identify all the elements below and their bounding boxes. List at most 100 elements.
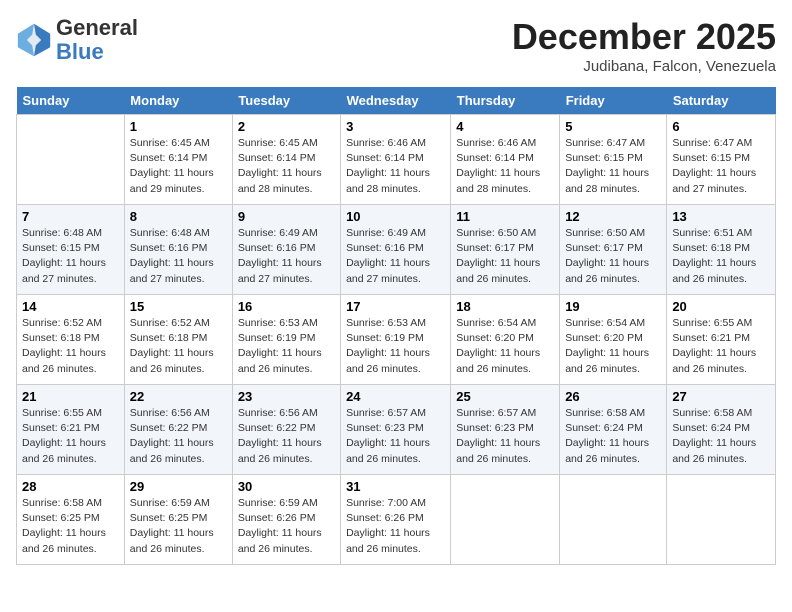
day-number: 2 (238, 119, 335, 134)
day-number: 26 (565, 389, 661, 404)
calendar-cell: 17 Sunrise: 6:53 AM Sunset: 6:19 PM Dayli… (341, 295, 451, 385)
calendar-cell: 21 Sunrise: 6:55 AM Sunset: 6:21 PM Dayli… (17, 385, 125, 475)
calendar-week-row: 1 Sunrise: 6:45 AM Sunset: 6:14 PM Daylig… (17, 115, 776, 205)
day-info: Sunrise: 6:46 AM Sunset: 6:14 PM Dayligh… (346, 136, 445, 197)
day-number: 12 (565, 209, 661, 224)
day-number: 29 (130, 479, 227, 494)
day-number: 18 (456, 299, 554, 314)
weekday-header: Monday (124, 87, 232, 115)
day-number: 4 (456, 119, 554, 134)
calendar-cell: 29 Sunrise: 6:59 AM Sunset: 6:25 PM Dayli… (124, 475, 232, 565)
calendar-cell: 6Sunrise: 6:47 AM Sunset: 6:15 PM Daylig… (667, 115, 776, 205)
day-number: 7 (22, 209, 119, 224)
day-number: 14 (22, 299, 119, 314)
day-info: Sunrise: 6:58 AM Sunset: 6:25 PM Dayligh… (22, 496, 119, 557)
day-number: 13 (672, 209, 770, 224)
day-number: 16 (238, 299, 335, 314)
calendar-cell: 2 Sunrise: 6:45 AM Sunset: 6:14 PM Daylig… (232, 115, 340, 205)
weekday-header: Sunday (17, 87, 125, 115)
day-info: Sunrise: 6:52 AM Sunset: 6:18 PM Dayligh… (130, 316, 227, 377)
day-number: 5 (565, 119, 661, 134)
calendar-cell (667, 475, 776, 565)
calendar-cell: 15Sunrise: 6:52 AM Sunset: 6:18 PM Dayli… (124, 295, 232, 385)
calendar-cell: 16Sunrise: 6:53 AM Sunset: 6:19 PM Dayli… (232, 295, 340, 385)
calendar-cell: 30 Sunrise: 6:59 AM Sunset: 6:26 PM Dayli… (232, 475, 340, 565)
calendar-cell: 8 Sunrise: 6:48 AM Sunset: 6:16 PM Daylig… (124, 205, 232, 295)
logo: General Blue (16, 16, 138, 64)
calendar-cell: 1 Sunrise: 6:45 AM Sunset: 6:14 PM Daylig… (124, 115, 232, 205)
day-number: 17 (346, 299, 445, 314)
calendar-cell: 23 Sunrise: 6:56 AM Sunset: 6:22 PM Dayli… (232, 385, 340, 475)
day-info: Sunrise: 6:57 AM Sunset: 6:23 PM Dayligh… (346, 406, 445, 467)
calendar-cell: 18 Sunrise: 6:54 AM Sunset: 6:20 PM Dayli… (451, 295, 560, 385)
day-info: Sunrise: 6:59 AM Sunset: 6:26 PM Dayligh… (238, 496, 335, 557)
day-info: Sunrise: 6:48 AM Sunset: 6:16 PM Dayligh… (130, 226, 227, 287)
calendar-cell: 27Sunrise: 6:58 AM Sunset: 6:24 PM Dayli… (667, 385, 776, 475)
month-title: December 2025 (512, 16, 776, 58)
day-number: 10 (346, 209, 445, 224)
calendar-week-row: 7 Sunrise: 6:48 AM Sunset: 6:15 PM Daylig… (17, 205, 776, 295)
day-number: 28 (22, 479, 119, 494)
weekday-header: Wednesday (341, 87, 451, 115)
logo-icon (16, 22, 52, 58)
calendar-cell (17, 115, 125, 205)
weekday-header: Friday (560, 87, 667, 115)
day-info: Sunrise: 6:58 AM Sunset: 6:24 PM Dayligh… (565, 406, 661, 467)
logo-blue-text: Blue (56, 39, 104, 64)
day-info: Sunrise: 6:55 AM Sunset: 6:21 PM Dayligh… (672, 316, 770, 377)
day-info: Sunrise: 6:45 AM Sunset: 6:14 PM Dayligh… (130, 136, 227, 197)
weekday-header-row: SundayMondayTuesdayWednesdayThursdayFrid… (17, 87, 776, 115)
day-number: 27 (672, 389, 770, 404)
day-info: Sunrise: 6:59 AM Sunset: 6:25 PM Dayligh… (130, 496, 227, 557)
calendar-cell: 28 Sunrise: 6:58 AM Sunset: 6:25 PM Dayli… (17, 475, 125, 565)
day-number: 20 (672, 299, 770, 314)
day-info: Sunrise: 6:47 AM Sunset: 6:15 PM Dayligh… (672, 136, 770, 197)
day-number: 30 (238, 479, 335, 494)
day-number: 1 (130, 119, 227, 134)
title-block: December 2025 Judibana, Falcon, Venezuel… (512, 16, 776, 75)
weekday-header: Saturday (667, 87, 776, 115)
calendar-cell: 25Sunrise: 6:57 AM Sunset: 6:23 PM Dayli… (451, 385, 560, 475)
day-info: Sunrise: 6:53 AM Sunset: 6:19 PM Dayligh… (346, 316, 445, 377)
day-info: Sunrise: 6:48 AM Sunset: 6:15 PM Dayligh… (22, 226, 119, 287)
day-number: 21 (22, 389, 119, 404)
day-info: Sunrise: 6:55 AM Sunset: 6:21 PM Dayligh… (22, 406, 119, 467)
calendar-week-row: 28 Sunrise: 6:58 AM Sunset: 6:25 PM Dayli… (17, 475, 776, 565)
day-info: Sunrise: 6:51 AM Sunset: 6:18 PM Dayligh… (672, 226, 770, 287)
day-number: 31 (346, 479, 445, 494)
day-number: 24 (346, 389, 445, 404)
day-info: Sunrise: 6:50 AM Sunset: 6:17 PM Dayligh… (456, 226, 554, 287)
calendar-cell: 10Sunrise: 6:49 AM Sunset: 6:16 PM Dayli… (341, 205, 451, 295)
location-text: Judibana, Falcon, Venezuela (512, 58, 776, 75)
calendar-cell: 3 Sunrise: 6:46 AM Sunset: 6:14 PM Daylig… (341, 115, 451, 205)
calendar-cell (451, 475, 560, 565)
calendar-cell: 5Sunrise: 6:47 AM Sunset: 6:15 PM Daylig… (560, 115, 667, 205)
day-info: Sunrise: 6:46 AM Sunset: 6:14 PM Dayligh… (456, 136, 554, 197)
day-info: Sunrise: 6:49 AM Sunset: 6:16 PM Dayligh… (238, 226, 335, 287)
calendar-cell: 26 Sunrise: 6:58 AM Sunset: 6:24 PM Dayli… (560, 385, 667, 475)
day-info: Sunrise: 6:54 AM Sunset: 6:20 PM Dayligh… (565, 316, 661, 377)
weekday-header: Thursday (451, 87, 560, 115)
day-info: Sunrise: 6:52 AM Sunset: 6:18 PM Dayligh… (22, 316, 119, 377)
day-number: 22 (130, 389, 227, 404)
calendar-week-row: 14 Sunrise: 6:52 AM Sunset: 6:18 PM Dayli… (17, 295, 776, 385)
calendar-cell: 31 Sunrise: 7:00 AM Sunset: 6:26 PM Dayli… (341, 475, 451, 565)
day-info: Sunrise: 6:45 AM Sunset: 6:14 PM Dayligh… (238, 136, 335, 197)
day-info: Sunrise: 6:56 AM Sunset: 6:22 PM Dayligh… (238, 406, 335, 467)
calendar-cell: 19 Sunrise: 6:54 AM Sunset: 6:20 PM Dayli… (560, 295, 667, 385)
day-number: 8 (130, 209, 227, 224)
calendar-cell: 9Sunrise: 6:49 AM Sunset: 6:16 PM Daylig… (232, 205, 340, 295)
day-info: Sunrise: 6:50 AM Sunset: 6:17 PM Dayligh… (565, 226, 661, 287)
weekday-header: Tuesday (232, 87, 340, 115)
calendar-cell: 13 Sunrise: 6:51 AM Sunset: 6:18 PM Dayli… (667, 205, 776, 295)
day-info: Sunrise: 6:57 AM Sunset: 6:23 PM Dayligh… (456, 406, 554, 467)
day-info: Sunrise: 6:54 AM Sunset: 6:20 PM Dayligh… (456, 316, 554, 377)
calendar-cell: 14 Sunrise: 6:52 AM Sunset: 6:18 PM Dayli… (17, 295, 125, 385)
day-number: 23 (238, 389, 335, 404)
day-number: 11 (456, 209, 554, 224)
day-number: 3 (346, 119, 445, 134)
calendar-cell: 11 Sunrise: 6:50 AM Sunset: 6:17 PM Dayli… (451, 205, 560, 295)
day-number: 19 (565, 299, 661, 314)
day-info: Sunrise: 7:00 AM Sunset: 6:26 PM Dayligh… (346, 496, 445, 557)
page-header: General Blue December 2025 Judibana, Fal… (16, 16, 776, 75)
